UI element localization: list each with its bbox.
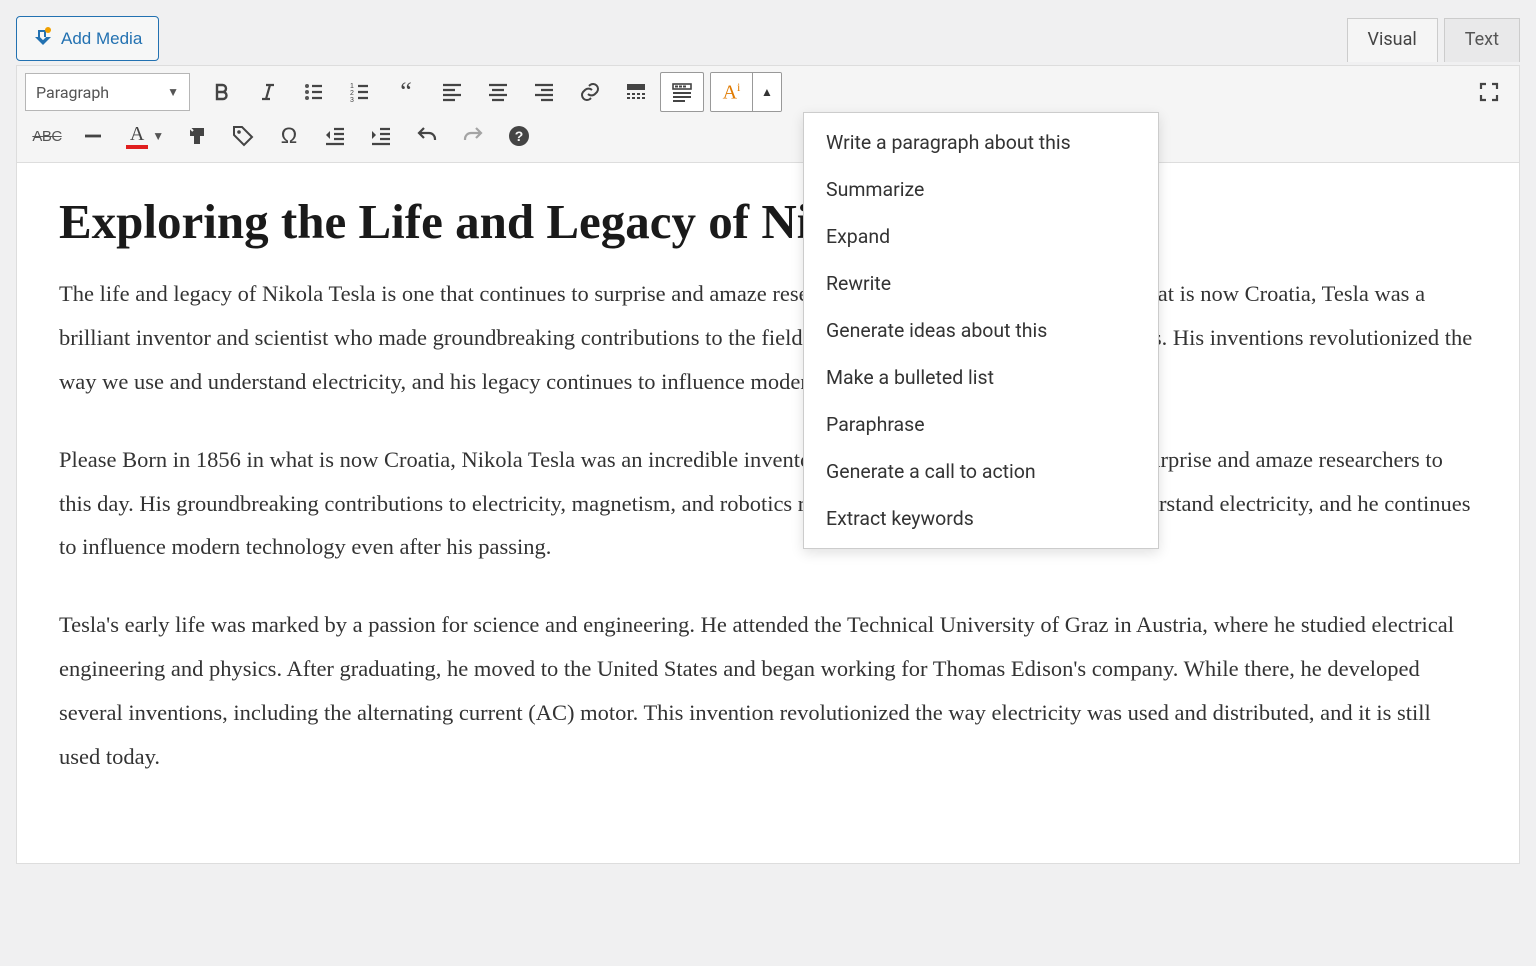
strikethrough-icon: ABC — [32, 128, 61, 145]
fullscreen-button[interactable] — [1467, 72, 1511, 112]
tag-button[interactable] — [221, 116, 265, 156]
indent-button[interactable] — [359, 116, 403, 156]
bold-icon — [210, 80, 234, 104]
text-color-button[interactable]: A ▼ — [117, 116, 173, 156]
fullscreen-icon — [1477, 80, 1501, 104]
outdent-icon — [323, 124, 347, 148]
horizontal-rule-button[interactable] — [71, 116, 115, 156]
caret-up-icon: ▲ — [761, 85, 773, 99]
editor-container: Paragraph ▼ 123 “ — [16, 65, 1520, 864]
undo-button[interactable] — [405, 116, 449, 156]
editor-tabs: Visual Text — [1347, 17, 1520, 61]
italic-icon — [256, 80, 280, 104]
ai-dropdown-menu: Write a paragraph about this Summarize E… — [803, 112, 1159, 549]
horizontal-rule-icon — [81, 124, 105, 148]
ai-menu-item[interactable]: Extract keywords — [804, 495, 1158, 542]
blockquote-icon: “ — [400, 79, 412, 105]
post-paragraph[interactable]: Please Born in 1856 in what is now Croat… — [59, 438, 1477, 570]
help-icon: ? — [507, 124, 531, 148]
format-select-label: Paragraph — [36, 83, 109, 102]
editor-toolbar: Paragraph ▼ 123 “ — [17, 66, 1519, 163]
link-button[interactable] — [568, 72, 612, 112]
svg-text:2: 2 — [350, 90, 354, 97]
ai-dropdown-toggle[interactable]: ▲ — [753, 73, 781, 111]
ai-button[interactable]: Ai — [711, 73, 753, 111]
tab-visual[interactable]: Visual — [1347, 18, 1438, 62]
undo-icon — [415, 124, 439, 148]
post-paragraph[interactable]: Tesla's early life was marked by a passi… — [59, 603, 1477, 779]
bullet-list-icon — [302, 80, 326, 104]
editor-content[interactable]: Exploring the Life and Legacy of Nikola … — [17, 163, 1519, 863]
svg-text:?: ? — [515, 128, 524, 144]
add-media-button[interactable]: Add Media — [16, 16, 159, 61]
toggle-toolbar-icon — [670, 80, 694, 104]
clear-formatting-icon — [185, 124, 209, 148]
align-center-button[interactable] — [476, 72, 520, 112]
text-color-icon: A — [126, 124, 148, 149]
format-select[interactable]: Paragraph ▼ — [25, 73, 190, 111]
post-paragraph[interactable]: The life and legacy of Nikola Tesla is o… — [59, 272, 1477, 404]
align-right-button[interactable] — [522, 72, 566, 112]
ai-menu-item[interactable]: Generate a call to action — [804, 448, 1158, 495]
align-left-icon — [440, 80, 464, 104]
align-right-icon — [532, 80, 556, 104]
editor-header: Add Media Visual Text — [16, 16, 1520, 61]
align-left-button[interactable] — [430, 72, 474, 112]
ai-menu-item[interactable]: Write a paragraph about this — [804, 119, 1158, 166]
media-icon — [33, 26, 53, 51]
ai-menu-item[interactable]: Make a bulleted list — [804, 354, 1158, 401]
svg-text:1: 1 — [350, 83, 354, 90]
toggle-toolbar-button[interactable] — [660, 72, 704, 112]
link-icon — [578, 80, 602, 104]
blockquote-button[interactable]: “ — [384, 72, 428, 112]
insert-more-button[interactable] — [614, 72, 658, 112]
chevron-down-icon: ▼ — [152, 129, 164, 143]
tag-icon — [231, 124, 255, 148]
numbered-list-icon: 123 — [348, 80, 372, 104]
indent-icon — [369, 124, 393, 148]
clear-formatting-button[interactable] — [175, 116, 219, 156]
align-center-icon — [486, 80, 510, 104]
redo-button[interactable] — [451, 116, 495, 156]
ai-split-button: Ai ▲ — [710, 72, 782, 112]
ai-menu-item[interactable]: Generate ideas about this — [804, 307, 1158, 354]
redo-icon — [461, 124, 485, 148]
ai-menu-item[interactable]: Rewrite — [804, 260, 1158, 307]
italic-button[interactable] — [246, 72, 290, 112]
ai-menu-item[interactable]: Expand — [804, 213, 1158, 260]
numbered-list-button[interactable]: 123 — [338, 72, 382, 112]
chevron-down-icon: ▼ — [167, 85, 179, 99]
post-title[interactable]: Exploring the Life and Legacy of Nikola … — [59, 193, 1477, 250]
help-button[interactable]: ? — [497, 116, 541, 156]
insert-more-icon — [624, 80, 648, 104]
outdent-button[interactable] — [313, 116, 357, 156]
bold-button[interactable] — [200, 72, 244, 112]
ai-icon: Ai — [723, 80, 741, 105]
ai-menu-item[interactable]: Summarize — [804, 166, 1158, 213]
special-character-icon: Ω — [281, 123, 297, 149]
strikethrough-button[interactable]: ABC — [25, 116, 69, 156]
tab-text[interactable]: Text — [1444, 18, 1520, 62]
special-character-button[interactable]: Ω — [267, 116, 311, 156]
add-media-label: Add Media — [61, 29, 142, 49]
svg-text:3: 3 — [350, 97, 354, 104]
ai-menu-item[interactable]: Paraphrase — [804, 401, 1158, 448]
bullet-list-button[interactable] — [292, 72, 336, 112]
